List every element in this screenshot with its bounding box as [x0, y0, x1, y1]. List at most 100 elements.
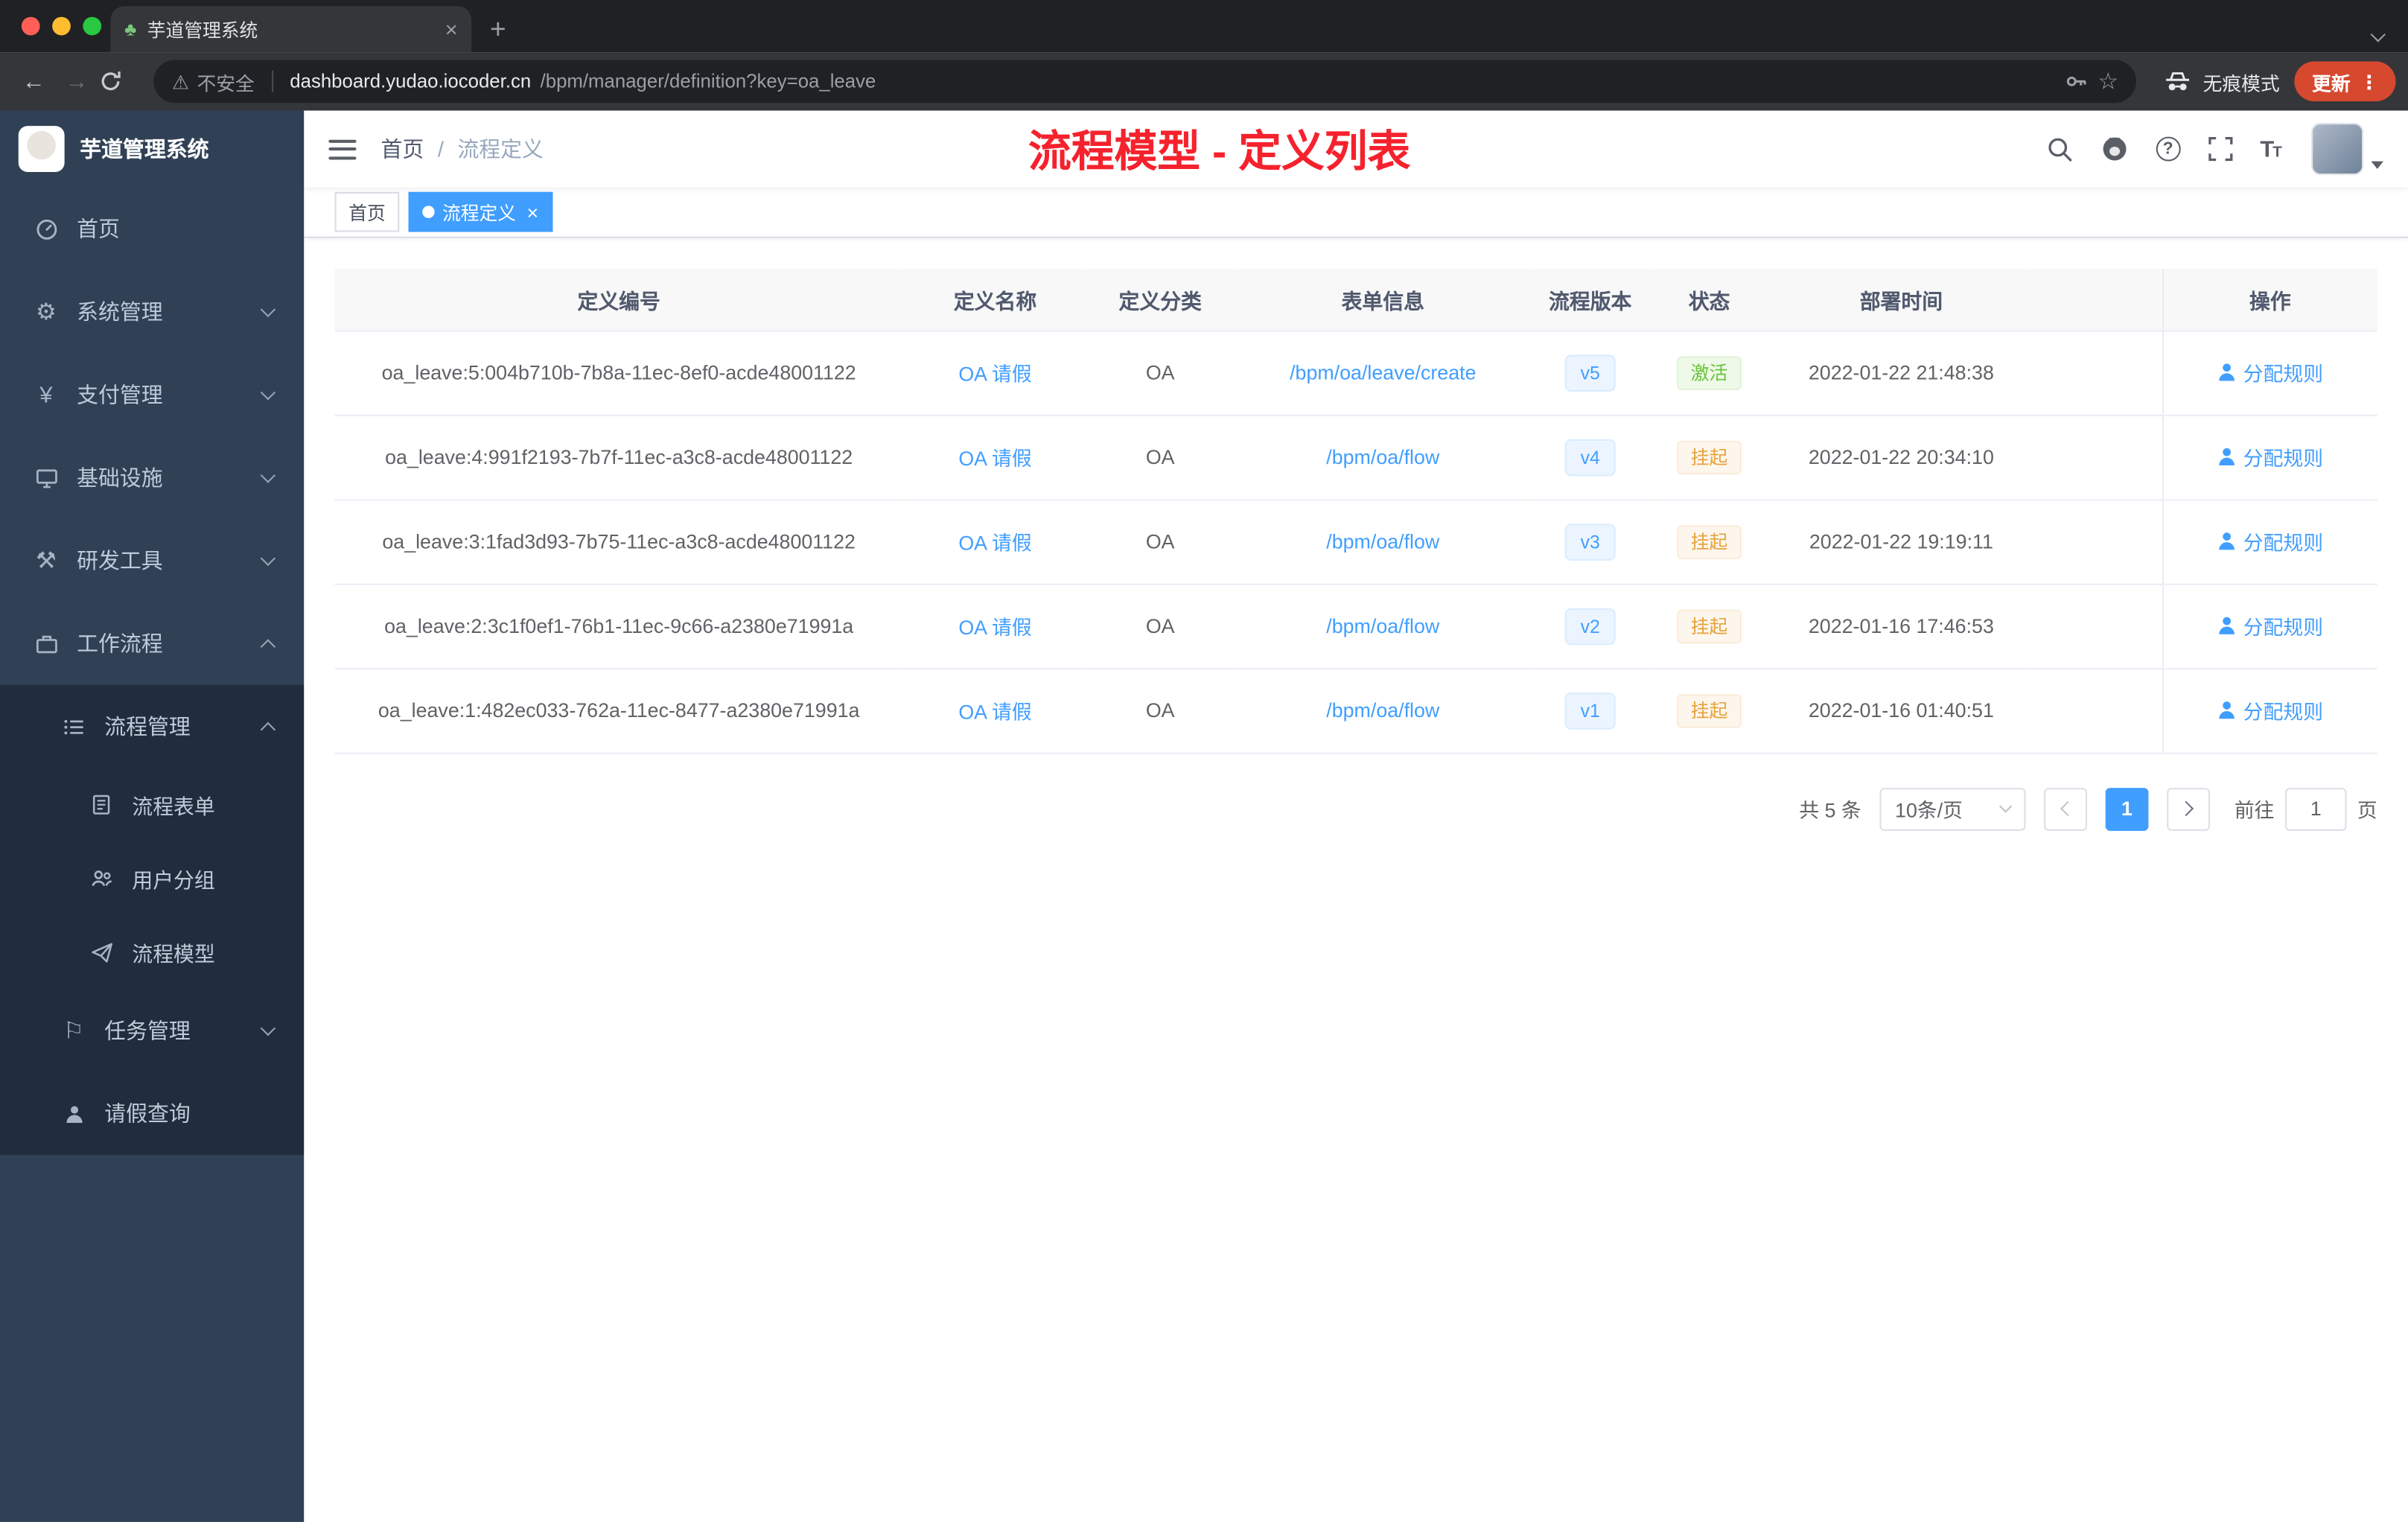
- form-link[interactable]: /bpm/oa/leave/create: [1290, 361, 1476, 384]
- incognito-label: 无痕模式: [2202, 72, 2280, 95]
- tab-close-icon[interactable]: ×: [445, 19, 458, 40]
- tab-search-button[interactable]: [2370, 20, 2386, 48]
- sidebar-item-infrastructure[interactable]: 基础设施: [0, 436, 304, 519]
- sidebar-item-dev-tools[interactable]: ⚒ 研发工具: [0, 519, 304, 602]
- search-icon[interactable]: [2047, 136, 2073, 162]
- sidebar-item-workflow[interactable]: 工作流程: [0, 602, 304, 685]
- form-link[interactable]: /bpm/oa/flow: [1326, 530, 1439, 553]
- back-button[interactable]: ←: [13, 69, 56, 95]
- assign-rule-link[interactable]: 分配规则: [2217, 442, 2323, 471]
- chevron-down-icon: [260, 1020, 276, 1037]
- dashboard-icon: [31, 217, 61, 241]
- chevron-down-icon: [1998, 800, 2013, 813]
- close-window-button[interactable]: [21, 16, 40, 36]
- form-link[interactable]: /bpm/oa/flow: [1326, 614, 1439, 637]
- current-page-button[interactable]: 1: [2105, 787, 2149, 830]
- chrome-update-button[interactable]: 更新 ⋮: [2295, 61, 2396, 102]
- definition-name-link[interactable]: OA 请假: [958, 616, 1031, 639]
- sidebar-item-payment-mgmt[interactable]: ¥ 支付管理: [0, 353, 304, 436]
- sidebar-item-process-model[interactable]: 流程模型: [0, 915, 304, 989]
- sidebar-item-process-mgmt[interactable]: 流程管理: [0, 685, 304, 768]
- fullscreen-icon[interactable]: [2208, 136, 2232, 162]
- table-row[interactable]: oa_leave:5:004b710b-7b8a-11ec-8ef0-acde4…: [334, 330, 2377, 415]
- definition-name-link[interactable]: OA 请假: [958, 701, 1031, 724]
- definition-table: 定义编号 定义名称 定义分类 表单信息 流程版本 状态 部署时间 操作 oa_l…: [334, 268, 2377, 754]
- tag-process-definition[interactable]: 流程定义 ×: [408, 191, 552, 232]
- incognito-icon: [2165, 70, 2192, 93]
- avatar: [2311, 123, 2364, 176]
- sidebar-logo[interactable]: 芋道管理系统: [0, 111, 304, 188]
- breadcrumb-home[interactable]: 首页: [381, 133, 424, 164]
- forward-button[interactable]: →: [55, 69, 98, 95]
- status-badge: 激活: [1677, 355, 1742, 389]
- tools-icon: ⚒: [35, 548, 57, 575]
- sidebar-item-label: 流程模型: [132, 943, 215, 967]
- page-size-select[interactable]: 10条/页: [1879, 787, 2026, 830]
- table-row[interactable]: oa_leave:2:3c1f0ef1-76b1-11ec-9c66-a2380…: [334, 583, 2377, 669]
- browser-toolbar: ← → ⚠ 不安全 dashboard.yudao.iocoder.cn/bpm…: [0, 52, 2408, 111]
- tag-close-icon[interactable]: ×: [527, 202, 539, 222]
- sidebar-item-task-mgmt[interactable]: ⚐ 任务管理: [0, 989, 304, 1072]
- tag-home[interactable]: 首页: [334, 191, 400, 232]
- sidebar-item-leave-query[interactable]: 请假查询: [0, 1072, 304, 1155]
- kebab-menu-icon: ⋮: [2360, 71, 2379, 93]
- url-host: dashboard.yudao.iocoder.cn: [290, 70, 532, 92]
- sidebar-item-label: 流程表单: [132, 795, 215, 819]
- app-navbar: 首页 / 流程定义 流程模型 - 定义列表 ? TT: [304, 110, 2408, 188]
- refresh-button[interactable]: [98, 69, 141, 94]
- form-link[interactable]: /bpm/oa/flow: [1326, 445, 1439, 468]
- definition-category: OA: [1087, 414, 1234, 500]
- bookmark-star-icon[interactable]: ☆: [2098, 68, 2118, 95]
- paper-plane-icon: [86, 940, 117, 964]
- page-jumper: 前往 页: [2235, 787, 2377, 830]
- sidebar-item-label: 流程管理: [104, 714, 191, 739]
- tab-title: 芋道管理系统: [147, 19, 258, 41]
- total-count: 共 5 条: [1799, 798, 1861, 822]
- form-link[interactable]: /bpm/oa/flow: [1326, 698, 1439, 722]
- sidebar-item-system-mgmt[interactable]: ⚙ 系统管理: [0, 270, 304, 353]
- sidebar-item-home[interactable]: 首页: [0, 188, 304, 270]
- chevron-down-icon: [260, 468, 276, 483]
- monitor-icon: [31, 466, 61, 489]
- sidebar: 芋道管理系统 首页 ⚙ 系统管理 ¥ 支付管理 基础设施 ⚒ 研发工具 工作流程…: [0, 110, 305, 1522]
- status-badge: 挂起: [1677, 608, 1742, 643]
- assign-rule-link[interactable]: 分配规则: [2217, 526, 2323, 555]
- help-icon[interactable]: ?: [2156, 136, 2181, 162]
- definition-name-link[interactable]: OA 请假: [958, 363, 1031, 386]
- tag-label: 流程定义: [442, 202, 517, 224]
- user-menu[interactable]: [2311, 123, 2383, 176]
- definition-id: oa_leave:1:482ec033-762a-11ec-8477-a2380…: [334, 668, 903, 754]
- table-row[interactable]: oa_leave:4:991f2193-7b7f-11ec-a3c8-acde4…: [334, 414, 2377, 500]
- font-size-icon[interactable]: TT: [2260, 136, 2282, 162]
- browser-tab-strip: ♣ 芋道管理系统 × +: [0, 0, 2408, 53]
- users-icon: [86, 867, 117, 890]
- table-row[interactable]: oa_leave:3:1fad3d93-7b75-11ec-a3c8-acde4…: [334, 499, 2377, 585]
- github-icon[interactable]: [2100, 136, 2128, 163]
- minimize-window-button[interactable]: [52, 16, 71, 36]
- assign-rule-link[interactable]: 分配规则: [2217, 358, 2323, 387]
- version-badge: v2: [1565, 607, 1616, 645]
- sidebar-item-label: 用户分组: [132, 869, 215, 893]
- hamburger-icon[interactable]: [328, 138, 357, 159]
- maximize-window-button[interactable]: [83, 16, 102, 36]
- sidebar-item-label: 系统管理: [77, 299, 163, 325]
- sidebar-item-process-form[interactable]: 流程表单: [0, 768, 304, 841]
- browser-tab[interactable]: ♣ 芋道管理系统 ×: [110, 6, 472, 53]
- deploy-time: 2022-01-16 01:40:51: [1771, 668, 2032, 754]
- password-key-icon[interactable]: [2064, 69, 2089, 94]
- next-page-button[interactable]: [2167, 787, 2210, 830]
- sidebar-item-label: 请假查询: [104, 1101, 191, 1126]
- assign-rule-link[interactable]: 分配规则: [2217, 695, 2323, 725]
- sidebar-item-user-group[interactable]: 用户分组: [0, 841, 304, 915]
- definition-name-link[interactable]: OA 请假: [958, 532, 1031, 555]
- goto-page-input[interactable]: [2284, 787, 2347, 830]
- table-row[interactable]: oa_leave:1:482ec033-762a-11ec-8477-a2380…: [334, 668, 2377, 754]
- status-badge: 挂起: [1677, 524, 1742, 558]
- address-bar[interactable]: ⚠ 不安全 dashboard.yudao.iocoder.cn/bpm/man…: [153, 60, 2137, 104]
- security-status[interactable]: ⚠ 不安全: [172, 67, 255, 96]
- definition-name-link[interactable]: OA 请假: [958, 447, 1031, 470]
- prev-page-button[interactable]: [2044, 787, 2087, 830]
- new-tab-button[interactable]: +: [490, 16, 506, 43]
- assign-rule-link[interactable]: 分配规则: [2217, 611, 2323, 640]
- breadcrumb: 首页 / 流程定义: [381, 133, 544, 164]
